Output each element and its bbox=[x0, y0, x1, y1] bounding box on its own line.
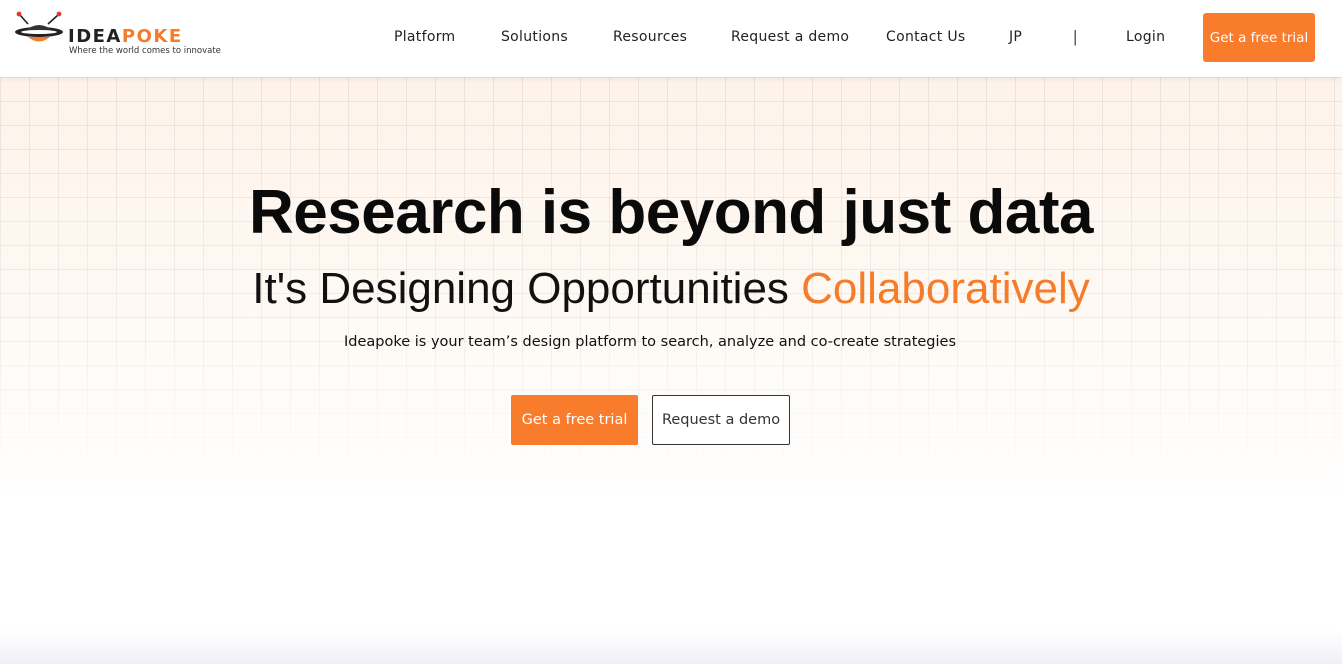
hero-description: Ideapoke is your team’s design platform … bbox=[343, 334, 957, 350]
hero-request-demo-button[interactable]: Request a demo bbox=[652, 395, 790, 445]
nav-language-jp[interactable]: JP bbox=[1009, 29, 1022, 45]
ufo-logo-icon bbox=[15, 11, 63, 42]
bottom-section-edge bbox=[0, 630, 1342, 664]
hero-subtitle-text: It's Designing Opportunities bbox=[252, 264, 802, 313]
hero-subtitle: It's Designing Opportunities Collaborati… bbox=[0, 264, 1342, 314]
logo-word-idea: IDEA bbox=[68, 26, 122, 47]
hero-free-trial-button[interactable]: Get a free trial bbox=[511, 395, 638, 445]
nav-contact-us[interactable]: Contact Us bbox=[886, 29, 965, 45]
hero-subtitle-accent: Collaboratively bbox=[801, 264, 1090, 313]
hero-title: Research is beyond just data bbox=[249, 178, 1093, 247]
nav-resources[interactable]: Resources bbox=[613, 29, 687, 45]
nav-platform[interactable]: Platform bbox=[394, 29, 455, 45]
nav-login[interactable]: Login bbox=[1126, 29, 1165, 45]
hero-section: Research is beyond just data It's Design… bbox=[0, 77, 1342, 507]
logo-wordmark: IDEAPOKE bbox=[68, 26, 183, 47]
nav-solutions[interactable]: Solutions bbox=[501, 29, 568, 45]
logo-tagline: Where the world comes to innovate bbox=[69, 46, 221, 56]
ideapoke-logo[interactable]: IDEAPOKE Where the world comes to innova… bbox=[12, 10, 222, 60]
header-free-trial-button[interactable]: Get a free trial bbox=[1203, 13, 1315, 62]
nav-separator: | bbox=[1073, 27, 1078, 46]
nav-request-demo[interactable]: Request a demo bbox=[731, 29, 849, 45]
logo-word-poke: POKE bbox=[121, 26, 183, 47]
site-header: IDEAPOKE Where the world comes to innova… bbox=[0, 0, 1342, 77]
